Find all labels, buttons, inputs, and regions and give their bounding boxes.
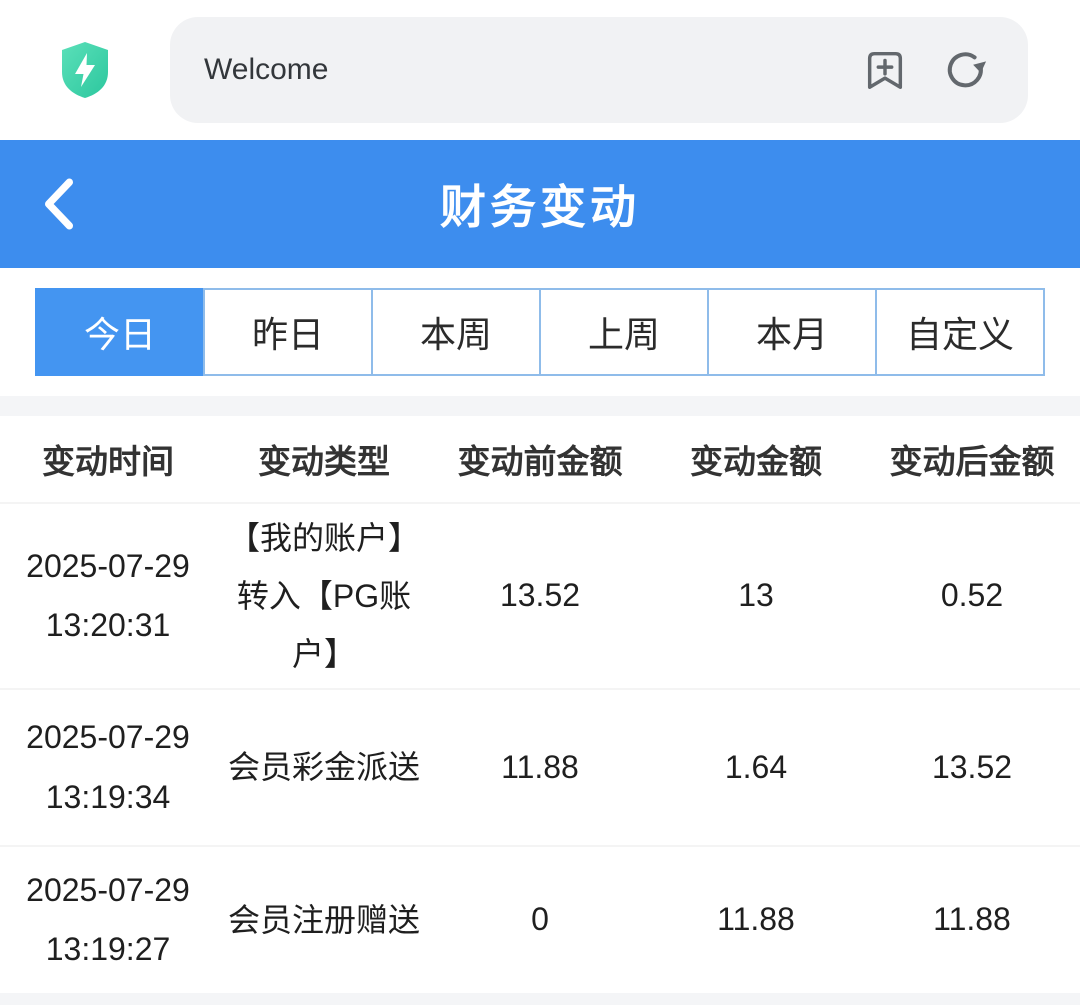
bottom-divider (0, 993, 1080, 1005)
transactions-table: 变动时间 变动类型 变动前金额 变动金额 变动后金额 2025-07-29 13… (0, 416, 1080, 993)
cell-change-time: 2025-07-29 13:19:27 (0, 847, 216, 993)
shield-lightning-icon (58, 40, 112, 100)
cell-amount-after: 11.88 (864, 847, 1080, 993)
cell-change-type: 会员注册赠送 (216, 847, 432, 993)
table-row: 2025-07-29 13:19:27 会员注册赠送 0 11.88 11.88 (0, 845, 1080, 993)
cell-amount-before: 0 (432, 847, 648, 993)
tab-this-month[interactable]: 本月 (707, 288, 877, 376)
tab-today[interactable]: 今日 (35, 288, 205, 376)
header-gap (0, 268, 1080, 288)
url-text: Welcome (204, 53, 862, 87)
cell-amount-change: 13 (648, 504, 864, 688)
back-button[interactable] (42, 140, 102, 268)
cell-amount-change: 1.64 (648, 690, 864, 845)
tab-custom[interactable]: 自定义 (875, 288, 1045, 376)
section-divider (0, 396, 1080, 416)
cell-date: 2025-07-29 (26, 537, 190, 596)
refresh-icon[interactable] (942, 47, 988, 93)
bookmark-add-icon[interactable] (862, 47, 908, 93)
col-header-change-type: 变动类型 (216, 435, 432, 483)
browser-top-bar: Welcome (0, 0, 1080, 140)
col-header-amount-change: 变动金额 (648, 435, 864, 483)
cell-amount-before: 13.52 (432, 504, 648, 688)
cell-amount-before: 11.88 (432, 690, 648, 845)
col-header-amount-before: 变动前金额 (432, 435, 648, 483)
cell-amount-after: 0.52 (864, 504, 1080, 688)
cell-amount-after: 13.52 (864, 690, 1080, 845)
cell-amount-change: 11.88 (648, 847, 864, 993)
cell-date: 2025-07-29 (26, 861, 190, 920)
url-bar-actions (862, 47, 988, 93)
table-row: 2025-07-29 13:20:31 【我的账户】转入【PG账户】 13.52… (0, 502, 1080, 688)
cell-time: 13:19:34 (46, 768, 171, 827)
col-header-amount-after: 变动后金额 (864, 435, 1080, 483)
back-chevron-icon (42, 177, 76, 231)
cell-change-time: 2025-07-29 13:20:31 (0, 504, 216, 688)
tab-gap (0, 376, 1080, 396)
date-filter-tabs: 今日 昨日 本周 上周 本月 自定义 (35, 288, 1045, 376)
col-header-change-time: 变动时间 (0, 435, 216, 483)
table-header-row: 变动时间 变动类型 变动前金额 变动金额 变动后金额 (0, 416, 1080, 502)
cell-change-time: 2025-07-29 13:19:34 (0, 690, 216, 845)
cell-date: 2025-07-29 (26, 708, 190, 767)
tab-this-week[interactable]: 本周 (371, 288, 541, 376)
page-header: 财务变动 (0, 140, 1080, 268)
url-bar[interactable]: Welcome (170, 17, 1028, 123)
page-title: 财务变动 (440, 171, 640, 237)
table-row: 2025-07-29 13:19:34 会员彩金派送 11.88 1.64 13… (0, 688, 1080, 845)
tab-last-week[interactable]: 上周 (539, 288, 709, 376)
cell-time: 13:19:27 (46, 920, 171, 979)
cell-change-type: 会员彩金派送 (216, 690, 432, 845)
tab-yesterday[interactable]: 昨日 (203, 288, 373, 376)
cell-change-type: 【我的账户】转入【PG账户】 (216, 504, 432, 688)
cell-time: 13:20:31 (46, 596, 171, 655)
